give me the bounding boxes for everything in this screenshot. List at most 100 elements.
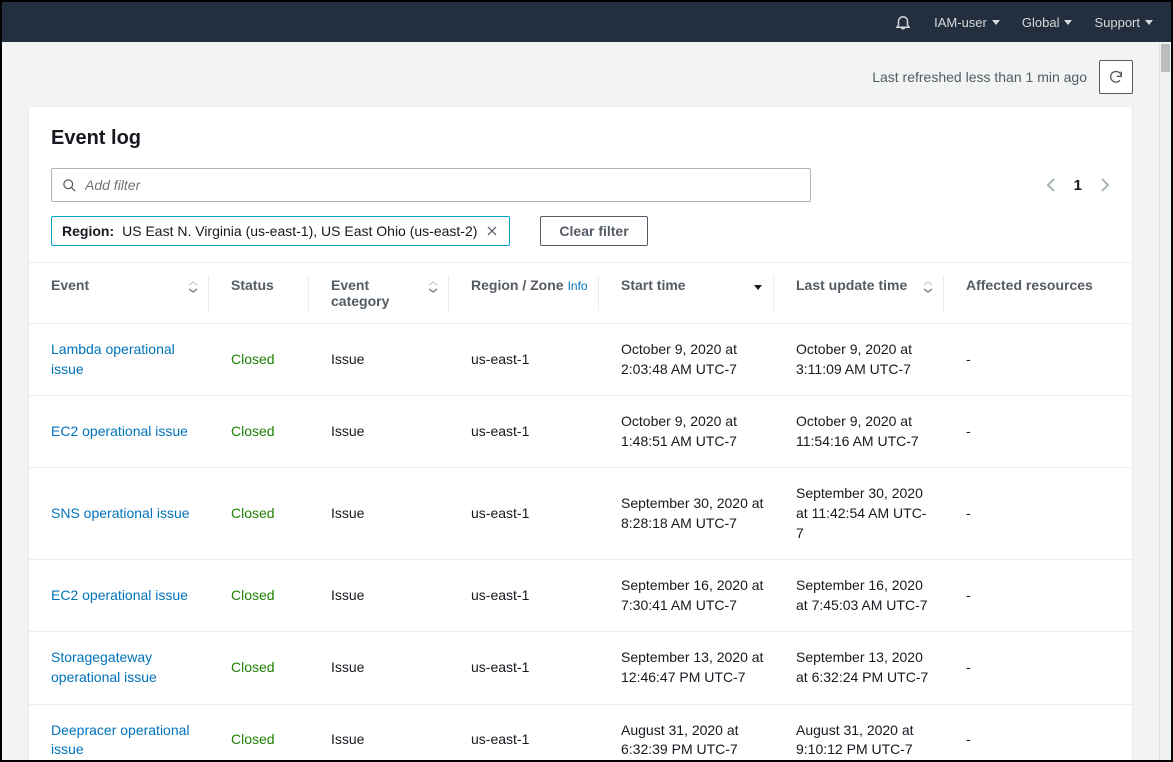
search-icon: [62, 178, 77, 193]
col-category[interactable]: Event category: [309, 263, 449, 324]
table-header-row: Event Status Event category: [29, 263, 1132, 324]
status-badge: Closed: [231, 659, 275, 675]
event-link[interactable]: Storagegateway operational issue: [51, 649, 157, 685]
filter-input-wrap[interactable]: [51, 168, 811, 202]
chip-label: Region:: [62, 223, 114, 239]
next-page-button[interactable]: [1100, 177, 1110, 193]
table-row: Storagegateway operational issue Closed Is…: [29, 632, 1132, 704]
cell-affected: -: [944, 324, 1132, 396]
status-badge: Closed: [231, 587, 275, 603]
region-menu[interactable]: Global: [1022, 15, 1073, 30]
cell-category: Issue: [309, 468, 449, 560]
refresh-icon: [1108, 69, 1124, 85]
col-region[interactable]: Region / ZoneInfo: [449, 263, 599, 324]
col-start[interactable]: Start time: [599, 263, 774, 324]
status-badge: Closed: [231, 351, 275, 367]
pager: 1: [1046, 177, 1110, 194]
user-menu[interactable]: IAM-user: [934, 15, 1000, 30]
cell-category: Issue: [309, 396, 449, 468]
col-affected[interactable]: Affected resources: [944, 263, 1132, 324]
sort-icon: [427, 281, 439, 293]
close-icon: [485, 224, 499, 238]
cell-affected: -: [944, 704, 1132, 760]
cell-category: Issue: [309, 324, 449, 396]
cell-affected: -: [944, 560, 1132, 632]
status-badge: Closed: [231, 505, 275, 521]
cell-start: September 13, 2020 at 12:46:47 PM UTC-7: [599, 632, 774, 704]
sort-icon: [187, 281, 199, 293]
cell-last: September 16, 2020 at 7:45:03 AM UTC-7: [774, 560, 944, 632]
col-event[interactable]: Event: [29, 263, 209, 324]
event-link[interactable]: Lambda operational issue: [51, 341, 175, 377]
table-row: EC2 operational issue Closed Issueus-east-…: [29, 560, 1132, 632]
refresh-button[interactable]: [1099, 60, 1133, 94]
event-log-panel: Event log 1 Region: US East: [28, 106, 1133, 760]
top-nav: IAM-user Global Support: [2, 2, 1171, 42]
cell-region: us-east-1: [449, 704, 599, 760]
content-area: Last refreshed less than 1 min ago Event…: [2, 42, 1159, 760]
sort-desc-icon: [752, 281, 764, 293]
panel-title: Event log: [51, 127, 1110, 150]
cell-start: September 16, 2020 at 7:30:41 AM UTC-7: [599, 560, 774, 632]
status-badge: Closed: [231, 423, 275, 439]
cell-region: us-east-1: [449, 396, 599, 468]
support-menu[interactable]: Support: [1094, 15, 1153, 30]
event-link[interactable]: EC2 operational issue: [51, 587, 188, 603]
event-link[interactable]: SNS operational issue: [51, 505, 190, 521]
cell-category: Issue: [309, 632, 449, 704]
notifications-button[interactable]: [894, 13, 912, 31]
col-status[interactable]: Status: [209, 263, 309, 324]
cell-region: us-east-1: [449, 632, 599, 704]
cell-region: us-east-1: [449, 560, 599, 632]
cell-last: September 30, 2020 at 11:42:54 AM UTC-7: [774, 468, 944, 560]
cell-last: September 13, 2020 at 6:32:24 PM UTC-7: [774, 632, 944, 704]
region-info-link[interactable]: Info: [568, 279, 588, 293]
cell-last: October 9, 2020 at 3:11:09 AM UTC-7: [774, 324, 944, 396]
chip-remove-button[interactable]: [485, 224, 499, 238]
cell-region: us-east-1: [449, 468, 599, 560]
chips-row: Region: US East N. Virginia (us-east-1),…: [29, 212, 1132, 262]
app-frame: IAM-user Global Support Last refreshed l…: [0, 0, 1173, 762]
table-row: SNS operational issue Closed Issueus-east-…: [29, 468, 1132, 560]
cell-category: Issue: [309, 704, 449, 760]
caret-down-icon: [992, 20, 1000, 25]
prev-page-button[interactable]: [1046, 177, 1056, 193]
page-number: 1: [1074, 177, 1082, 194]
refresh-row: Last refreshed less than 1 min ago: [2, 42, 1159, 106]
sort-icon: [922, 281, 934, 293]
cell-region: us-east-1: [449, 324, 599, 396]
cell-last: October 9, 2020 at 11:54:16 AM UTC-7: [774, 396, 944, 468]
filter-input[interactable]: [85, 177, 800, 193]
cell-start: August 31, 2020 at 6:32:39 PM UTC-7: [599, 704, 774, 760]
cell-affected: -: [944, 396, 1132, 468]
user-label: IAM-user: [934, 15, 987, 30]
caret-down-icon: [1145, 20, 1153, 25]
cell-last: August 31, 2020 at 9:10:12 PM UTC-7: [774, 704, 944, 760]
event-link[interactable]: EC2 operational issue: [51, 423, 188, 439]
table-row: Deepracer operational issue Closed Issueus…: [29, 704, 1132, 760]
cell-start: October 9, 2020 at 2:03:48 AM UTC-7: [599, 324, 774, 396]
filter-row: 1: [29, 160, 1132, 212]
col-last[interactable]: Last update time: [774, 263, 944, 324]
status-badge: Closed: [231, 731, 275, 747]
cell-category: Issue: [309, 560, 449, 632]
caret-down-icon: [1064, 20, 1072, 25]
scrollbar[interactable]: [1159, 42, 1171, 760]
panel-header: Event log: [29, 107, 1132, 160]
region-label: Global: [1022, 15, 1060, 30]
cell-affected: -: [944, 468, 1132, 560]
cell-start: September 30, 2020 at 8:28:18 AM UTC-7: [599, 468, 774, 560]
support-label: Support: [1094, 15, 1140, 30]
event-table: Event Status Event category: [29, 262, 1132, 760]
clear-filter-button[interactable]: Clear filter: [540, 216, 647, 246]
event-link[interactable]: Deepracer operational issue: [51, 722, 190, 758]
table-row: Lambda operational issue Closed Issueus-ea…: [29, 324, 1132, 396]
cell-affected: -: [944, 632, 1132, 704]
refresh-status: Last refreshed less than 1 min ago: [872, 69, 1087, 85]
chip-value: US East N. Virginia (us-east-1), US East…: [122, 223, 477, 239]
bell-icon: [894, 13, 912, 31]
cell-start: October 9, 2020 at 1:48:51 AM UTC-7: [599, 396, 774, 468]
region-filter-chip[interactable]: Region: US East N. Virginia (us-east-1),…: [51, 216, 510, 246]
scrollbar-thumb[interactable]: [1161, 44, 1170, 72]
table-row: EC2 operational issue Closed Issueus-east-…: [29, 396, 1132, 468]
